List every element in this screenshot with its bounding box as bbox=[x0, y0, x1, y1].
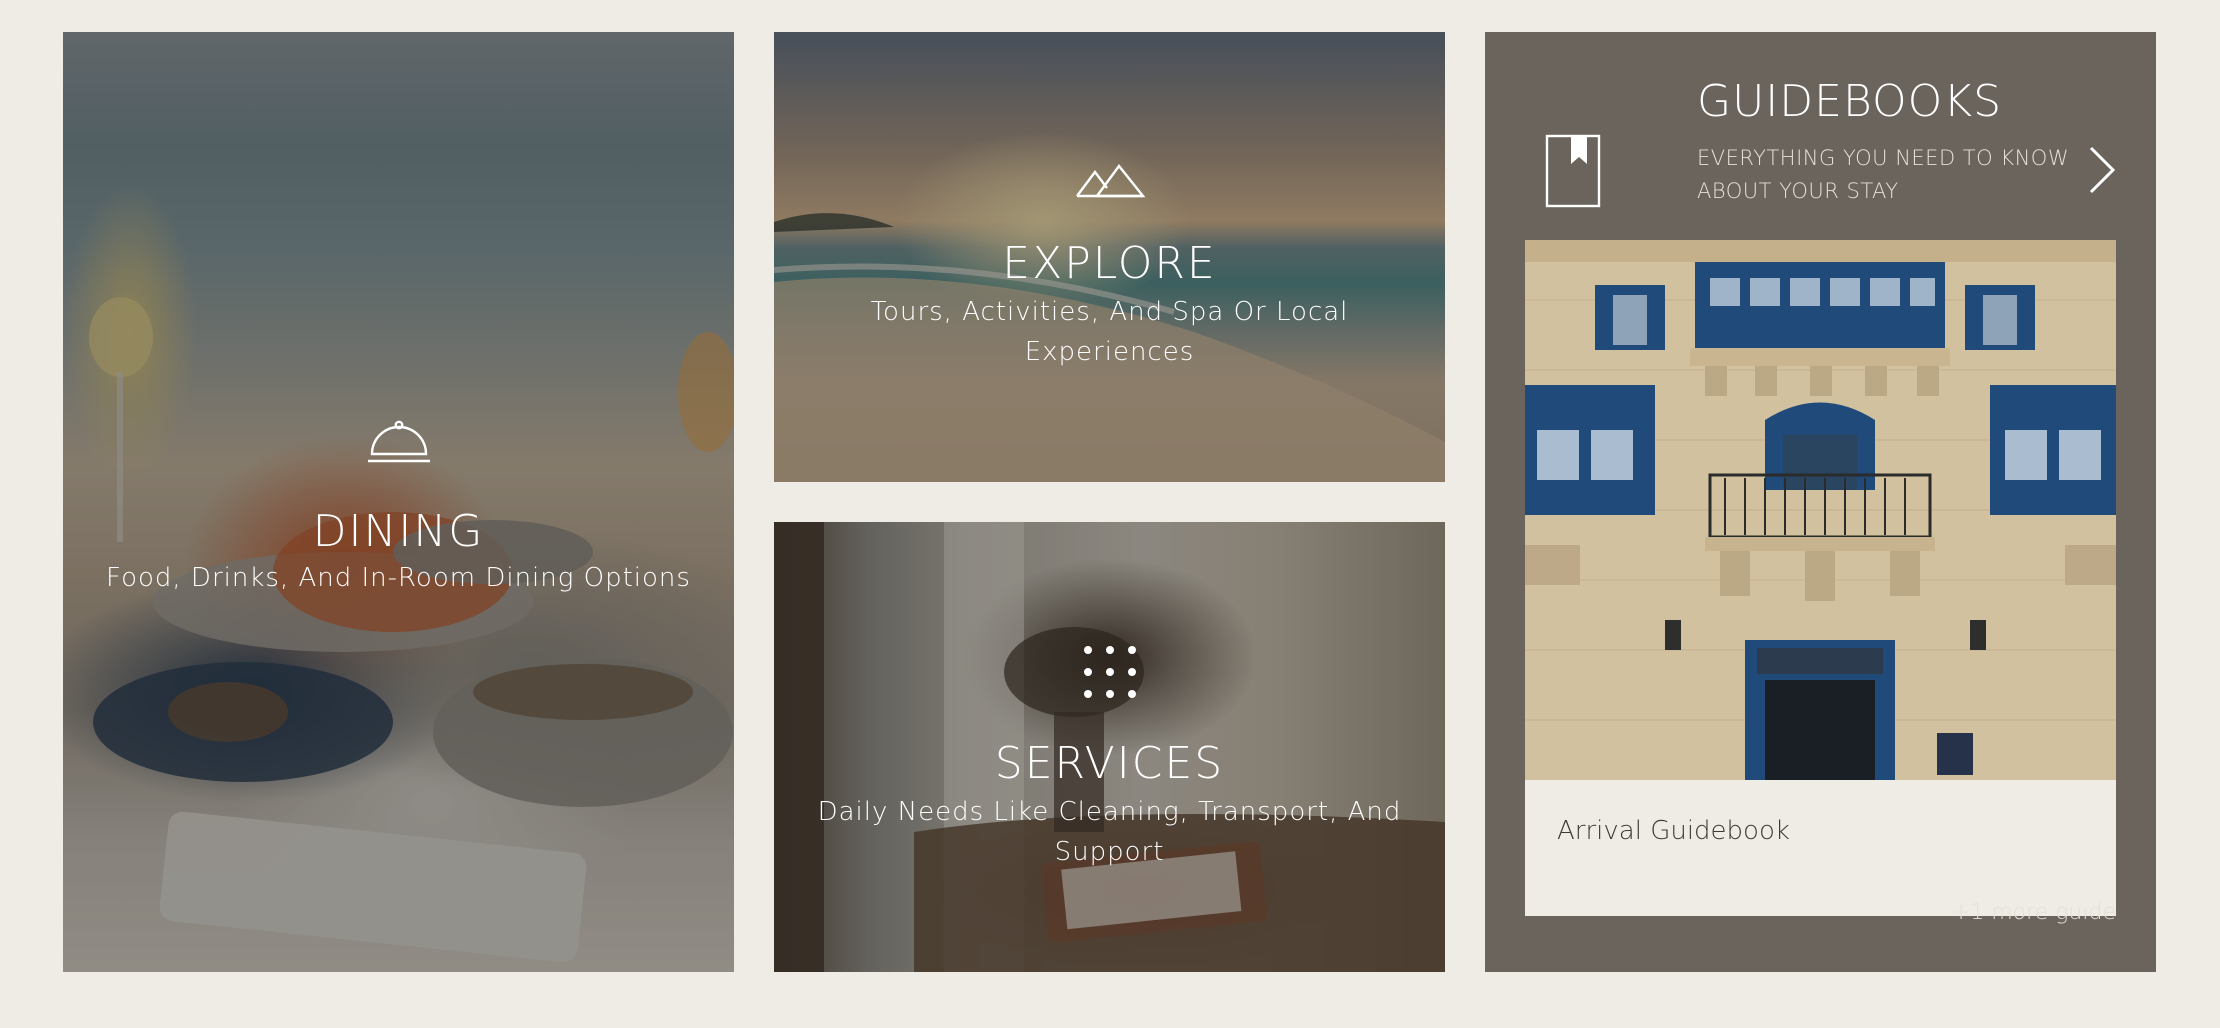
mountains-icon bbox=[774, 162, 1445, 198]
services-title: SERVICES bbox=[994, 738, 1225, 789]
guidebooks-header[interactable]: GUIDEBOOKS EVERYTHING YOU NEED TO KNOW A… bbox=[1545, 76, 2117, 208]
page: DINING Food, Drinks, And In-Room Dining … bbox=[0, 0, 2220, 1028]
services-tile[interactable]: SERVICES Daily Needs Like Cleaning, Tran… bbox=[774, 522, 1445, 972]
services-subtitle: Daily Needs Like Cleaning, Transport, An… bbox=[774, 792, 1445, 872]
services-content: SERVICES Daily Needs Like Cleaning, Tran… bbox=[774, 642, 1445, 872]
guidebook-card-label: Arrival Guidebook bbox=[1557, 816, 1790, 846]
dining-title: DINING bbox=[312, 506, 485, 557]
guidebooks-title: GUIDEBOOKS bbox=[1697, 76, 2003, 127]
explore-subtitle-line-1: Tours, Activities, And Spa Or Local bbox=[870, 297, 1349, 328]
explore-subtitle-line-2: Experiences bbox=[1024, 337, 1195, 368]
services-subtitle-line-2: Support bbox=[1054, 837, 1165, 868]
building-facade-photo bbox=[1525, 240, 2116, 780]
more-guides-link[interactable]: +1 more guide bbox=[1952, 900, 2116, 925]
guidebook-card-arrival[interactable]: Arrival Guidebook bbox=[1525, 240, 2116, 916]
guidebooks-subtitle-line-1: EVERYTHING YOU NEED TO KNOW bbox=[1697, 146, 2070, 170]
guidebooks-panel: GUIDEBOOKS EVERYTHING YOU NEED TO KNOW A… bbox=[1485, 32, 2156, 972]
cloche-icon bbox=[63, 420, 734, 466]
explore-content: EXPLORE Tours, Activities, And Spa Or Lo… bbox=[774, 162, 1445, 372]
guidebooks-subtitle-line-2: ABOUT YOUR STAY bbox=[1697, 179, 1899, 203]
dining-subtitle: Food, Drinks, And In-Room Dining Options bbox=[106, 563, 691, 594]
chevron-right-icon[interactable] bbox=[2088, 146, 2116, 198]
guidebooks-subtitle: EVERYTHING YOU NEED TO KNOW ABOUT YOUR S… bbox=[1697, 142, 2117, 208]
dots-grid-icon bbox=[774, 642, 1445, 702]
dining-content: DINING Food, Drinks, And In-Room Dining … bbox=[63, 420, 734, 598]
bookmark-book-icon bbox=[1545, 134, 1601, 212]
dining-tile[interactable]: DINING Food, Drinks, And In-Room Dining … bbox=[63, 32, 734, 972]
explore-tile[interactable]: EXPLORE Tours, Activities, And Spa Or Lo… bbox=[774, 32, 1445, 482]
explore-subtitle: Tours, Activities, And Spa Or Local Expe… bbox=[774, 292, 1445, 372]
explore-title: EXPLORE bbox=[1002, 238, 1217, 289]
services-subtitle-line-1: Daily Needs Like Cleaning, Transport, An… bbox=[817, 797, 1402, 828]
